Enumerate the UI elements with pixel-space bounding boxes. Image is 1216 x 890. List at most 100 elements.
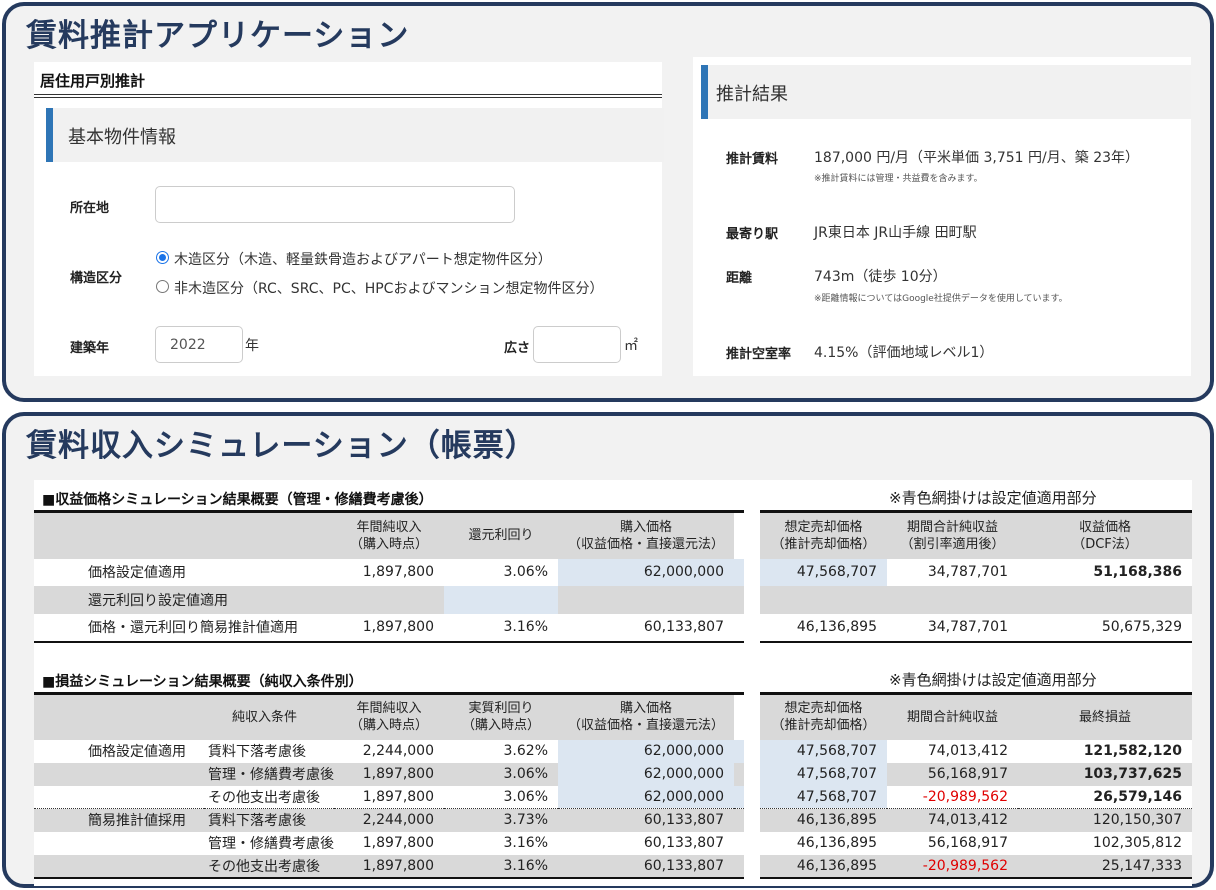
table2-cell: 3.06% bbox=[503, 788, 548, 805]
rent-note: ※推計賃料には管理・共益費を含みます。 bbox=[814, 174, 983, 184]
th-dcf-price: 収益価格 （DCF法） bbox=[1018, 511, 1192, 559]
table2-cell: 2,244,000 bbox=[362, 743, 434, 759]
simulation-panel: 賃料収入シミュレーション（帳票） ■収益価格シミュレーション結果概要（管理・修繕… bbox=[2, 412, 1214, 888]
th-purchase-price: 購入価格 （収益価格・直接還元法） bbox=[558, 693, 734, 740]
table2-cell: 3.73% bbox=[444, 808, 558, 832]
section-accent bbox=[46, 108, 53, 162]
structure-option-nonwood: 非木造区分（RC、SRC、PC、HPCおよびマンション想定物件区分） bbox=[174, 281, 604, 297]
basic-info-section: 基本物件情報 bbox=[46, 108, 664, 162]
table1-cell: 47,568,707 bbox=[760, 558, 887, 586]
table2-cell: 46,136,895 bbox=[760, 808, 887, 832]
table2-cell: 1,897,800 bbox=[334, 854, 444, 878]
table2-cell: 47,568,707 bbox=[760, 739, 887, 763]
table1-cell: 3.16% bbox=[503, 619, 548, 635]
table2-cell: 47,568,707 bbox=[760, 762, 887, 786]
table2-cell: 3.06% bbox=[444, 762, 558, 786]
estimate-heading: 居住用戸別推計 bbox=[40, 72, 146, 90]
table2-cell: 3.16% bbox=[444, 854, 558, 878]
year-input[interactable] bbox=[155, 326, 243, 363]
basic-info-title: 基本物件情報 bbox=[68, 127, 176, 148]
result-accent bbox=[701, 65, 708, 119]
table2-group: 価格設定値適用 bbox=[88, 744, 186, 760]
table2-cell: 26,579,146 bbox=[1093, 788, 1182, 805]
estimation-panel: 賃料推計アプリケーション 居住用戸別推計 基本物件情報 所在地 構造区分 木造区… bbox=[2, 2, 1214, 402]
rent-label: 推計賃料 bbox=[726, 152, 779, 167]
table1-cell: 46,136,895 bbox=[796, 619, 877, 635]
table2-cell: 47,568,707 bbox=[760, 785, 887, 809]
table1-cell: 34,787,701 bbox=[927, 564, 1008, 580]
table2-cell: 102,305,812 bbox=[1092, 835, 1182, 851]
table2-cell: 56,168,917 bbox=[927, 835, 1008, 851]
table1-row-label: 価格・還元利回り簡易推計値適用 bbox=[88, 620, 298, 636]
table2-cell: 46,136,895 bbox=[760, 854, 887, 878]
vacancy-label: 推計空室率 bbox=[726, 347, 792, 362]
heading-rule bbox=[34, 94, 662, 98]
table2-cell: 121,582,120 bbox=[1083, 743, 1182, 759]
th-final-profit: 最終損益 bbox=[1018, 693, 1192, 740]
table2-cell: 25,147,333 bbox=[1018, 854, 1192, 878]
table2-cell: 62,000,000 bbox=[558, 762, 734, 786]
table2-cell: 3.62% bbox=[503, 743, 548, 759]
table2-cell: 46,136,895 bbox=[796, 835, 877, 851]
table2-cell: 60,133,807 bbox=[558, 854, 734, 878]
table1-right: 想定売却価格 （推計売却価格） 期間合計純収益 （割引率適用後） 収益価格 （D… bbox=[760, 510, 1192, 643]
table2-cell: 62,000,000 bbox=[558, 739, 734, 763]
table2-cell: 74,013,412 bbox=[927, 743, 1008, 759]
table2-cell: 103,737,625 bbox=[1018, 762, 1192, 786]
th-purchase-price: 購入価格 （収益価格・直接還元法） bbox=[558, 511, 734, 559]
area-label: 広さ bbox=[504, 341, 531, 356]
th-sale-price: 想定売却価格 （推計売却価格） bbox=[760, 693, 887, 740]
location-label: 所在地 bbox=[70, 201, 110, 216]
table1-cell: 1,897,800 bbox=[362, 564, 434, 580]
th-condition: 純収入条件 bbox=[204, 693, 334, 740]
th-sale-price: 想定売却価格 （推計売却価格） bbox=[760, 511, 887, 559]
table2-cell: 2,244,000 bbox=[334, 808, 444, 832]
year-unit: 年 bbox=[245, 338, 259, 354]
table1-row-label: 価格設定値適用 bbox=[88, 565, 186, 581]
station-value: JR東日本 JR山手線 田町駅 bbox=[814, 225, 977, 241]
table2-cell: 60,133,807 bbox=[558, 808, 734, 832]
table2-cell: 1,897,800 bbox=[362, 835, 434, 851]
table1-left: 年間純収入 （購入時点） 還元利回り 購入価格 （収益価格・直接還元法） 価格設… bbox=[34, 510, 744, 643]
table1-cell: 3.06% bbox=[503, 564, 548, 580]
table1-title: ■収益価格シミュレーション結果概要（管理・修繕費考慮後） bbox=[42, 492, 433, 508]
rent-value: 187,000 円/月（平米単価 3,751 円/月、築 23年） bbox=[814, 150, 1140, 166]
table1-cell: 62,000,000 bbox=[558, 558, 734, 586]
table2-cell: 1,897,800 bbox=[334, 762, 444, 786]
table1-cell: 1,897,800 bbox=[362, 619, 434, 635]
table2-condition: 賃料下落考慮後 bbox=[204, 808, 334, 832]
result-section: 推計結果 bbox=[701, 65, 1191, 119]
table2-cell-negative: -20,989,562 bbox=[887, 854, 1018, 878]
distance-label: 距離 bbox=[726, 271, 753, 286]
table2-condition: 賃料下落考慮後 bbox=[208, 744, 306, 760]
th-period-income: 期間合計純収益 （割引率適用後） bbox=[887, 511, 1018, 559]
structure-radio-wood[interactable] bbox=[156, 251, 169, 264]
th-annual-income: 年間純収入 （購入時点） bbox=[334, 511, 444, 559]
table1-cell: 51,168,386 bbox=[1093, 564, 1182, 580]
vacancy-value: 4.15%（評価地域レベル1） bbox=[814, 345, 994, 361]
table1-row-label: 還元利回り設定値適用 bbox=[34, 585, 334, 614]
app-title: 賃料推計アプリケーション bbox=[26, 18, 410, 54]
table2-cell: 120,150,307 bbox=[1018, 808, 1192, 832]
structure-label: 構造区分 bbox=[70, 271, 123, 286]
structure-option-wood: 木造区分（木造、軽量鉄骨造およびアパート想定物件区分） bbox=[174, 252, 552, 268]
table2-condition: その他支出考慮後 bbox=[204, 854, 334, 878]
table2-group: 簡易推計値採用 bbox=[34, 808, 204, 832]
th-cap-rate: 還元利回り bbox=[444, 511, 558, 559]
th-period-income: 期間合計純収益 bbox=[887, 693, 1018, 740]
table2-condition: その他支出考慮後 bbox=[208, 789, 320, 806]
table2-cell: 74,013,412 bbox=[887, 808, 1018, 832]
simulation-title: 賃料収入シミュレーション（帳票） bbox=[26, 428, 537, 464]
table2-cell: 60,133,807 bbox=[643, 835, 724, 851]
distance-note: ※距離情報についてはGoogle社提供データを使用しています。 bbox=[814, 294, 1068, 304]
table2-note: ※青色網掛けは設定値適用部分 bbox=[889, 671, 1097, 689]
table1-cell: 34,787,701 bbox=[927, 619, 1008, 635]
station-label: 最寄り駅 bbox=[726, 227, 779, 242]
location-input[interactable] bbox=[155, 186, 515, 223]
table2-cell-negative: -20,989,562 bbox=[922, 788, 1008, 805]
area-input[interactable] bbox=[533, 326, 621, 363]
area-unit: ㎡ bbox=[624, 338, 638, 354]
result-card: 推計結果 推計賃料 187,000 円/月（平米単価 3,751 円/月、築 2… bbox=[693, 57, 1191, 376]
table1-cell: 50,675,329 bbox=[1101, 619, 1182, 635]
structure-radio-nonwood[interactable] bbox=[156, 280, 169, 293]
